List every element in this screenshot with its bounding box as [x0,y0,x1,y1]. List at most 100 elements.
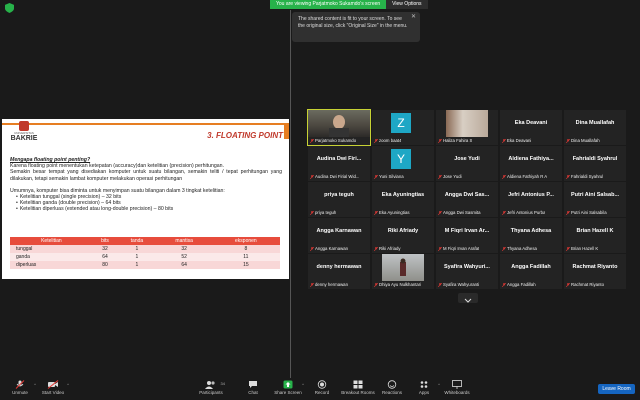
participant-display-name: Angga Fadillah [511,264,551,270]
participant-name: Audina Dwi Firial Wid... [315,174,360,179]
close-icon[interactable]: ✕ [411,14,416,21]
participant-name: Dina Muallafah [571,138,600,143]
participant-name-label: Eka Ayuningtias [374,210,410,215]
participant-video [308,110,370,137]
slide-body: Mengapa floating point penting? Karena f… [10,157,282,213]
participant-display-name: Thyana Adhesa [510,228,552,234]
participant-name-label: Putri Aini Salsabila [566,210,607,215]
participant-tile[interactable]: priya teguh priya teguh [308,182,370,217]
participant-tile[interactable]: Fahrialdi Syahrul Fahrialdi Syahrul [564,146,626,181]
table-cell: 1 [117,253,157,261]
participant-tile[interactable]: denny hermawan denny hermawan [308,254,370,289]
start-video-label: Start Video [41,390,65,395]
participant-display-name: Dina Muallafah [575,120,615,126]
participant-tile[interactable]: Syafira Wahyuri... Syafira Wahyuranti [436,254,498,289]
participant-name-label: Aldiena Fathiyah R A [502,174,547,179]
record-label: Record [314,390,330,395]
microphone-muted-icon [438,246,442,251]
participant-name: Jefri Antonius Purba [507,210,546,215]
breakout-rooms-icon [353,380,363,389]
participant-name: Parjatmoko Sukamdo [315,138,357,143]
reactions-label: Reactions [381,390,402,395]
video-options-caret-icon[interactable]: ^ [67,382,69,387]
participant-tile[interactable]: Thyana Adhesa Thyana Adhesa [500,218,562,253]
security-shield-icon[interactable] [5,3,14,13]
fit-screen-tooltip: The shared content is fit to your screen… [292,12,420,42]
record-button[interactable]: Record [302,380,342,395]
microphone-muted-icon [566,138,570,143]
participant-tile[interactable]: Angga Dwi Sas... Angga Dwi Sasmita [436,182,498,217]
participant-name: Syafira Wahyuranti [443,282,480,287]
participant-tile[interactable]: Angga Karnawan Angga Karnawan [308,218,370,253]
table-cell: diperluas [10,261,93,269]
slide-paragraph-2: Semakin besar tempat yang disediakan kom… [10,169,282,182]
participant-tile[interactable]: Y Yuni Silviana [372,146,434,181]
participant-display-name: Aldiena Fathiya... [508,156,554,162]
participant-tile[interactable]: Rachmat Riyanto Rachmat Riyanto [564,254,626,289]
participant-tile[interactable]: Putri Aini Salsab... Putri Aini Salsabila [564,182,626,217]
participant-tile[interactable]: Dhiya Ayu Nulkhantari [372,254,434,289]
whiteboards-label: Whiteboards [444,390,470,395]
participant-name: Brian Hazell K [571,246,599,251]
participant-tile[interactable]: Riki Afriady Riki Afriady [372,218,434,253]
breakout-rooms-label: Breakout Rooms [341,390,375,395]
table-cell: 32 [92,245,118,253]
participant-display-name: Rachmat Riyanto [572,264,618,270]
leave-room-button[interactable]: Leave Room [598,384,635,394]
participant-name: Putri Aini Salsabila [571,210,607,215]
microphone-muted-icon [438,138,442,143]
participant-avatar: Z [391,113,411,133]
participant-tile[interactable]: Eka Deavani Eka Deavani [500,110,562,145]
participant-display-name: M Fiqri Irvan Ar... [444,228,490,234]
view-options-button[interactable]: View Options [386,0,428,9]
whiteboard-icon [452,380,462,389]
slide-bullets: Ketelitian tunggal (single precision) – … [16,194,282,213]
share-screen-label: Share Screen [274,390,302,395]
participant-name: priya teguh [315,210,337,215]
participant-tile[interactable]: Eka Ayuningtias Eka Ayuningtias [372,182,434,217]
participant-tile[interactable]: Parjatmoko Sukamdo [307,109,371,146]
chat-icon [249,381,257,388]
participant-tile[interactable]: Zzoom baat4 [372,110,434,145]
participant-tile[interactable]: Jose Yudi Jose Yudi [436,146,498,181]
slide-title: 3. FLOATING POINT [207,131,283,140]
start-video-button[interactable]: Start Video ^ [33,380,73,395]
participant-tile[interactable]: Aldiena Fathiya... Aldiena Fathiyah R A [500,146,562,181]
column-header: bits [92,237,118,245]
participant-name: Eka Deavani [507,138,532,143]
chat-button[interactable]: Chat [233,380,273,395]
logo-name: BAKRIE [10,135,38,142]
microphone-muted-icon [566,282,570,287]
participant-tile[interactable]: Brian Hazell K Brian Hazell K [564,218,626,253]
participant-name: Rachmat Riyanto [571,282,604,287]
participant-name: Aldiena Fathiyah R A [507,174,548,179]
participant-display-name: Fahrialdi Syahrul [572,156,618,162]
participant-name-label: Dhiya Ayu Nulkhantari [374,282,421,287]
participant-tile[interactable]: Dina Muallafah Dina Muallafah [564,110,626,145]
microphone-muted-icon [502,282,506,287]
participant-tile[interactable]: Angga Fadillah Angga Fadillah [500,254,562,289]
microphone-muted-icon [502,174,506,179]
participant-name-label: Jefri Antonius Purba [502,210,545,215]
video-off-icon [47,380,59,389]
participant-name-label: Parjatmoko Sukamdo [310,138,356,143]
whiteboards-button[interactable]: Whiteboards [437,380,477,395]
column-header: mantisa [156,237,212,245]
table-cell: 32 [156,245,212,253]
split-divider[interactable] [290,10,291,378]
participant-name-label: Eka Deavani [502,138,531,143]
participant-tile[interactable]: Audina Dwi Firi... Audina Dwi Firial Wid.… [308,146,370,181]
column-header: eksponen [211,237,280,245]
participant-tile[interactable]: Jefri Antonius P... Jefri Antonius Purba [500,182,562,217]
table-cell: 64 [92,253,118,261]
participant-display-name: Putri Aini Salsab... [570,192,620,198]
gallery-next-page-button[interactable] [458,293,478,303]
participants-button[interactable]: Participants 34 [191,380,231,395]
microphone-muted-icon [374,174,378,179]
microphone-muted-icon [566,246,570,251]
microphone-muted-icon [438,282,442,287]
participant-photo [446,110,488,137]
participant-name-label: priya teguh [310,210,336,215]
participant-tile[interactable]: M Fiqri Irvan Ar... M Fiqri Irvan Arafat [436,218,498,253]
participant-tile[interactable]: Haliza Fahira S [436,110,498,145]
